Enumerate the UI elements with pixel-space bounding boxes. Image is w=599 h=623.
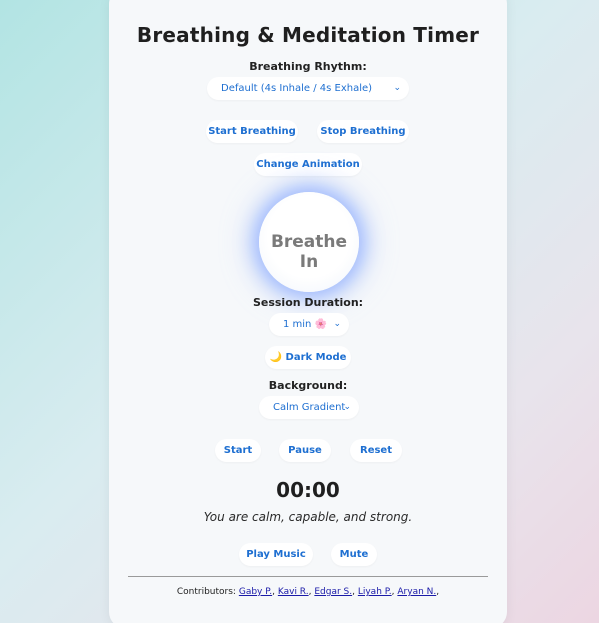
contributor-link[interactable]: Aryan N. (397, 587, 436, 597)
divider (128, 576, 488, 577)
mute-button[interactable]: Mute (331, 543, 377, 566)
chevron-down-icon: ⌄ (343, 402, 351, 412)
contributor-link[interactable]: Gaby P. (239, 587, 272, 597)
affirmation-text: You are calm, capable, and strong. (203, 510, 413, 524)
contributors: Contributors: Gaby P., Kavi R., Edgar S.… (176, 587, 440, 597)
stop-breathing-button[interactable]: Stop Breathing (317, 120, 409, 143)
reset-button[interactable]: Reset (350, 439, 402, 462)
background-select-value: Calm Gradient (273, 402, 346, 413)
dark-mode-button[interactable]: 🌙 Dark Mode (265, 346, 351, 369)
play-music-button[interactable]: Play Music (239, 543, 313, 566)
rhythm-select-value: Default (4s Inhale / 4s Exhale) (221, 83, 373, 94)
chevron-down-icon: ⌄ (333, 319, 341, 329)
contributor-link[interactable]: Kavi R. (278, 587, 309, 597)
rhythm-select[interactable]: Default (4s Inhale / 4s Exhale) ⌄ (207, 77, 409, 100)
timer-card: Breathing & Meditation Timer Breathing R… (109, 0, 507, 623)
background-label: Background: (268, 379, 348, 392)
chevron-down-icon: ⌄ (393, 83, 401, 93)
breathing-circle-text: Breathe In (270, 232, 348, 272)
start-breathing-button[interactable]: Start Breathing (206, 120, 298, 143)
contributor-link[interactable]: Edgar S. (314, 587, 352, 597)
timer-display: 00:00 (276, 478, 340, 502)
pause-button[interactable]: Pause (279, 439, 331, 462)
page-title: Breathing & Meditation Timer (136, 23, 480, 47)
contributors-label: Contributors: (176, 587, 236, 597)
background-select[interactable]: Calm Gradient ⌄ (259, 396, 359, 419)
change-animation-button[interactable]: Change Animation (254, 153, 362, 176)
session-duration-value: 1 min 🌸 (283, 319, 328, 330)
session-duration-select[interactable]: 1 min 🌸 ⌄ (269, 313, 349, 336)
contributor-link[interactable]: Liyah P. (358, 587, 392, 597)
session-duration-label: Session Duration: (252, 296, 364, 309)
breathing-circle: Breathe In (259, 192, 359, 292)
start-button[interactable]: Start (215, 439, 261, 462)
rhythm-label: Breathing Rhythm: (249, 60, 367, 73)
